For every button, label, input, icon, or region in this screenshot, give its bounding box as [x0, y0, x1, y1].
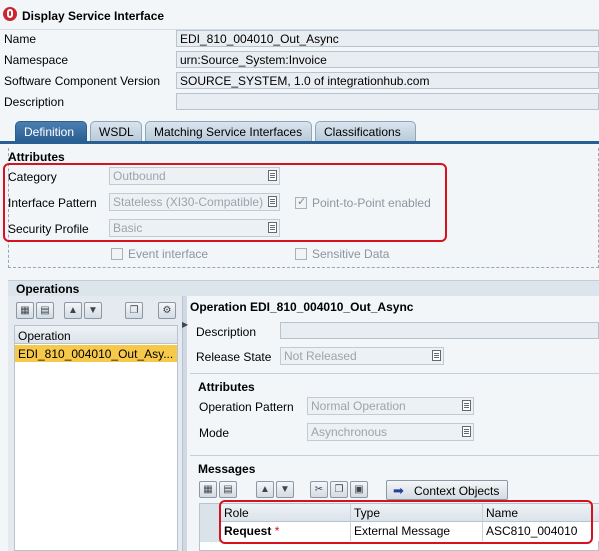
tab-matching-service-interfaces[interactable]: Matching Service Interfaces: [145, 121, 312, 141]
add-row-icon[interactable]: ▦: [16, 302, 34, 319]
namespace-label: Namespace: [4, 53, 69, 67]
dropdown-icon[interactable]: [432, 350, 441, 361]
operation-column-header[interactable]: Operation: [15, 326, 177, 344]
tab-definition[interactable]: Definition: [15, 121, 87, 141]
panel-splitter[interactable]: [182, 296, 187, 551]
swcv-label: Software Component Version: [4, 74, 161, 88]
release-state-value: Not Released: [284, 349, 357, 363]
context-objects-label: Context Objects: [414, 484, 500, 498]
copy-icon[interactable]: ❐: [330, 481, 348, 498]
operation-detail-title: Operation EDI_810_004010_Out_Async: [190, 300, 414, 314]
dropdown-icon[interactable]: [462, 426, 471, 437]
dropdown-icon[interactable]: [462, 400, 471, 411]
operations-title: Operations: [16, 282, 80, 296]
window-title: Display Service Interface: [22, 9, 165, 23]
mode-label: Mode: [199, 426, 230, 440]
move-down-icon[interactable]: ▼: [84, 302, 102, 319]
name-field[interactable]: EDI_810_004010_Out_Async: [176, 30, 599, 47]
messages-highlight: [219, 500, 593, 544]
title-bar: Display Service Interface: [0, 0, 599, 30]
copy-icon[interactable]: ❐: [125, 302, 143, 319]
release-state-dropdown[interactable]: Not Released: [280, 347, 444, 365]
name-label: Name: [4, 32, 37, 46]
row-selector[interactable]: [200, 504, 220, 542]
add-message-icon[interactable]: ▦: [199, 481, 217, 498]
move-up-icon[interactable]: ▲: [64, 302, 82, 319]
op-pattern-dropdown[interactable]: Normal Operation: [307, 397, 474, 415]
tab-wsdl[interactable]: WSDL: [90, 121, 142, 141]
description-field[interactable]: [176, 93, 599, 110]
event-label: Event interface: [128, 247, 209, 261]
operations-header-bar: [8, 280, 599, 296]
op-attributes-divider: [190, 373, 599, 374]
sensitive-checkbox[interactable]: [295, 248, 307, 260]
tab-underline: [0, 141, 599, 144]
messages-title: Messages: [198, 462, 256, 476]
messages-divider: [190, 455, 599, 456]
release-state-label: Release State: [196, 350, 272, 364]
arrow-right-icon: ➡: [393, 483, 404, 498]
cut-icon[interactable]: ✂: [310, 481, 328, 498]
op-description-field[interactable]: [280, 322, 599, 339]
mode-value: Asynchronous: [311, 425, 388, 439]
namespace-field[interactable]: urn:Source_System:Invoice: [176, 51, 599, 68]
settings-icon[interactable]: ⚙: [158, 302, 176, 319]
move-up-icon[interactable]: ▲: [256, 481, 274, 498]
event-checkbox[interactable]: [111, 248, 123, 260]
sap-logo-icon: [3, 7, 17, 21]
op-attributes-title: Attributes: [198, 380, 255, 394]
operation-row[interactable]: EDI_810_004010_Out_Asy...: [15, 345, 177, 362]
op-description-label: Description: [196, 325, 257, 339]
move-down-icon[interactable]: ▼: [276, 481, 294, 498]
remove-message-icon[interactable]: ▤: [219, 481, 237, 498]
attributes-highlight: [3, 163, 447, 242]
op-pattern-value: Normal Operation: [311, 399, 406, 413]
description-label: Description: [4, 95, 65, 109]
attributes-title: Attributes: [8, 150, 65, 164]
swcv-field[interactable]: SOURCE_SYSTEM, 1.0 of integrationhub.com: [176, 72, 599, 89]
mode-dropdown[interactable]: Asynchronous: [307, 423, 474, 441]
tab-classifications[interactable]: Classifications: [315, 121, 416, 141]
sensitive-label: Sensitive Data: [312, 247, 390, 261]
paste-icon[interactable]: ▣: [350, 481, 368, 498]
op-pattern-label: Operation Pattern: [199, 400, 294, 414]
context-objects-button[interactable]: ➡ Context Objects: [386, 480, 508, 500]
remove-row-icon[interactable]: ▤: [36, 302, 54, 319]
